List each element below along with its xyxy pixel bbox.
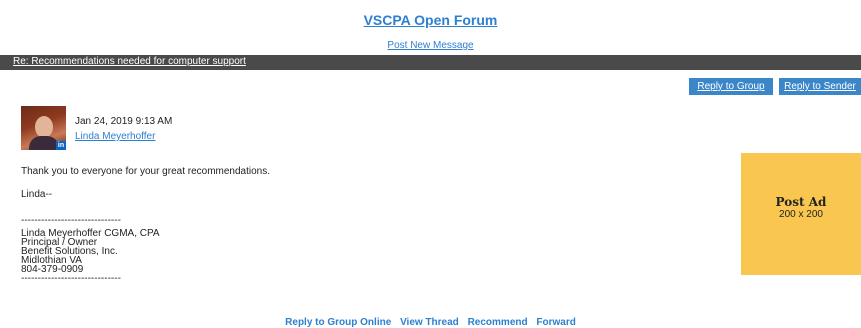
forum-title[interactable]: VSCPA Open Forum xyxy=(0,12,861,28)
signature-line: ------------------------------ xyxy=(21,215,121,226)
message-body-line: Thank you to everyone for your great rec… xyxy=(21,166,271,177)
post-timestamp: Jan 24, 2019 9:13 AM xyxy=(75,116,173,127)
thread-subject-bar: Re: Recommendations needed for computer … xyxy=(0,55,861,70)
recommend-link[interactable]: Recommend xyxy=(468,317,528,328)
signature-block: ------------------------------ Linda Mey… xyxy=(21,215,160,284)
post-new-message-link[interactable]: Post New Message xyxy=(0,40,861,51)
forward-link[interactable]: Forward xyxy=(536,317,575,328)
reply-to-group-online-link[interactable]: Reply to Group Online xyxy=(285,317,391,328)
avatar-face xyxy=(35,116,53,138)
message-body-line: Linda-- xyxy=(21,189,53,200)
post-ad-placeholder[interactable]: Post Ad 200 x 200 xyxy=(741,153,861,275)
avatar-body xyxy=(29,136,59,150)
footer-actions: Reply to Group Online View Thread Recomm… xyxy=(0,317,861,328)
reply-to-group-button[interactable]: Reply to Group xyxy=(689,78,773,95)
author-link[interactable]: Linda Meyerhoffer xyxy=(75,131,155,142)
reply-to-sender-button[interactable]: Reply to Sender xyxy=(779,78,861,95)
view-thread-link[interactable]: View Thread xyxy=(400,317,459,328)
ad-size: 200 x 200 xyxy=(779,209,823,220)
thread-subject-link[interactable]: Re: Recommendations needed for computer … xyxy=(13,56,246,67)
avatar[interactable]: in xyxy=(21,106,66,150)
linkedin-icon[interactable]: in xyxy=(56,141,66,150)
signature-line: ------------------------------ xyxy=(21,273,121,284)
ad-title: Post Ad xyxy=(775,195,827,209)
